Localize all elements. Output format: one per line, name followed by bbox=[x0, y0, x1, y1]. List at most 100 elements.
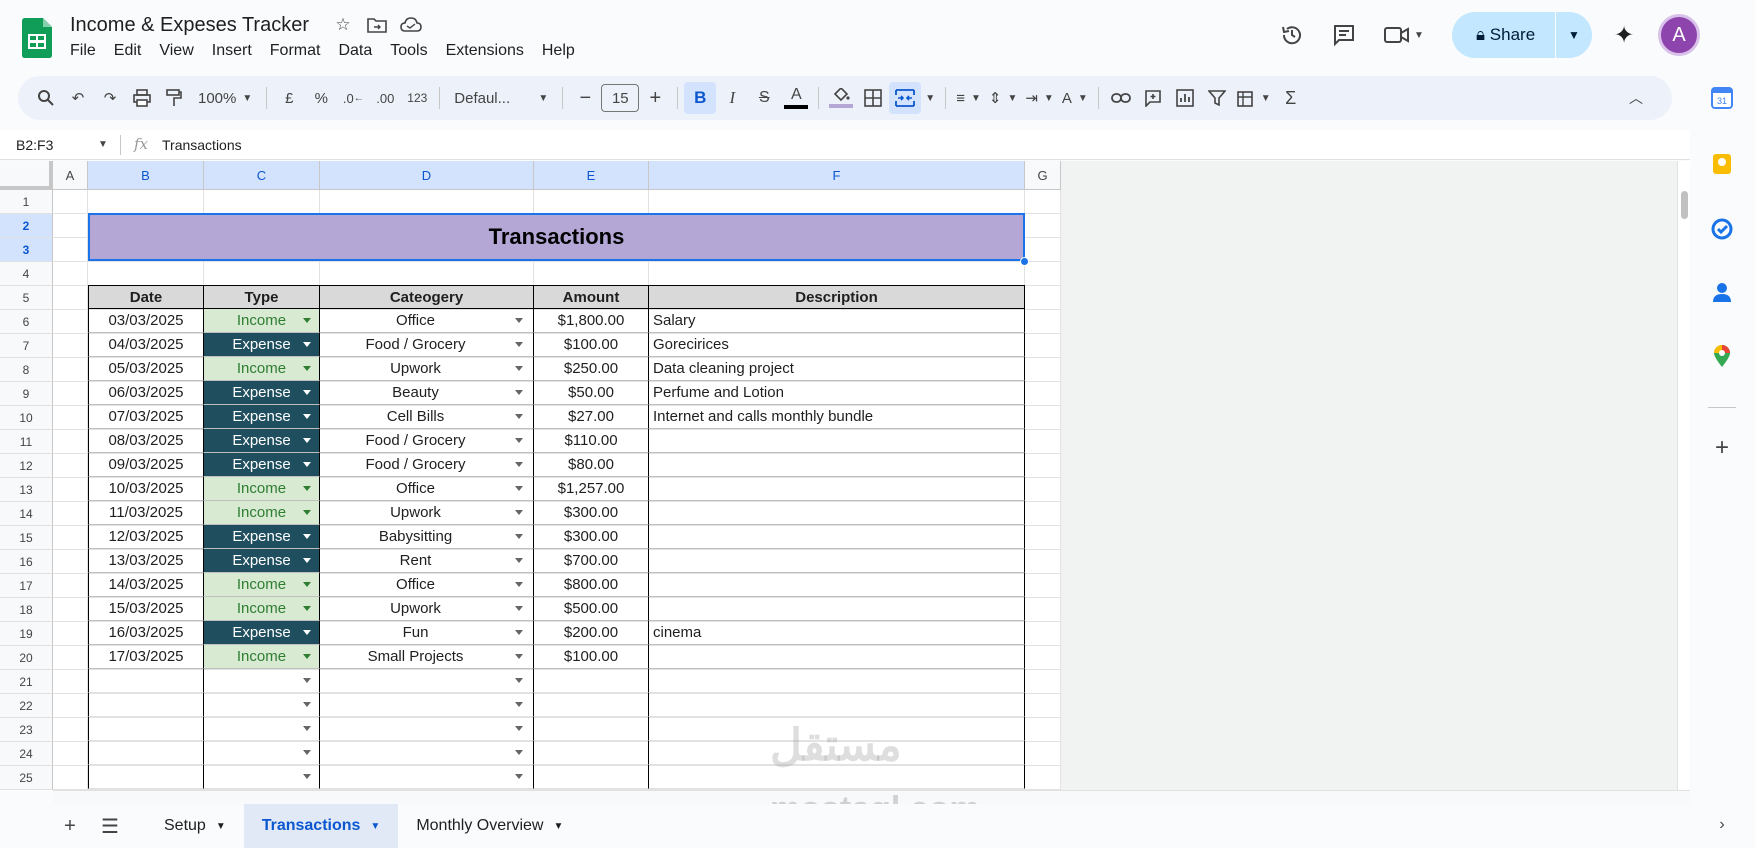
header-description[interactable]: Description bbox=[649, 285, 1025, 309]
header-type[interactable]: Type bbox=[204, 285, 320, 309]
borders-icon[interactable] bbox=[857, 82, 889, 114]
type-dropdown-cell[interactable] bbox=[204, 669, 320, 693]
amount-cell[interactable]: $27.00 bbox=[534, 405, 649, 429]
scrollbar-thumb[interactable] bbox=[1681, 191, 1688, 219]
amount-cell[interactable] bbox=[534, 717, 649, 741]
chevron-down-icon[interactable] bbox=[515, 654, 523, 659]
menu-tools[interactable]: Tools bbox=[390, 42, 427, 60]
tab-setup[interactable]: Setup ▼ bbox=[146, 804, 244, 848]
chevron-down-icon[interactable] bbox=[303, 774, 311, 779]
comments-icon[interactable] bbox=[1324, 15, 1364, 55]
insert-chart-icon[interactable] bbox=[1169, 82, 1201, 114]
chevron-down-icon[interactable] bbox=[515, 750, 523, 755]
cloud-saved-icon[interactable] bbox=[400, 14, 422, 36]
amount-cell[interactable] bbox=[534, 693, 649, 717]
amount-cell[interactable]: $1,257.00 bbox=[534, 477, 649, 501]
strikethrough-button[interactable]: S bbox=[748, 82, 780, 114]
date-cell[interactable]: 06/03/2025 bbox=[88, 381, 204, 405]
header-amount[interactable]: Amount bbox=[534, 285, 649, 309]
increase-font-size-button[interactable]: + bbox=[639, 82, 671, 114]
row-header-20[interactable]: 20 bbox=[0, 646, 53, 670]
chevron-down-icon[interactable] bbox=[303, 678, 311, 683]
amount-cell[interactable]: $100.00 bbox=[534, 645, 649, 669]
filter-views-icon[interactable]: ▼ bbox=[1233, 82, 1275, 114]
row-header-23[interactable]: 23 bbox=[0, 718, 53, 742]
chevron-down-icon[interactable] bbox=[515, 462, 523, 467]
row-header-18[interactable]: 18 bbox=[0, 598, 53, 622]
row-header-21[interactable]: 21 bbox=[0, 670, 53, 694]
chevron-down-icon[interactable] bbox=[303, 630, 311, 635]
chevron-down-icon[interactable] bbox=[515, 582, 523, 587]
date-cell[interactable]: 10/03/2025 bbox=[88, 477, 204, 501]
category-dropdown-cell[interactable] bbox=[320, 741, 534, 765]
horizontal-align-icon[interactable]: ≡ ▼ bbox=[952, 82, 985, 114]
row-header-10[interactable]: 10 bbox=[0, 406, 53, 430]
category-dropdown-cell[interactable]: Fun bbox=[320, 621, 534, 645]
row-header-11[interactable]: 11 bbox=[0, 430, 53, 454]
search-menus-icon[interactable] bbox=[30, 82, 62, 114]
percent-format-button[interactable]: % bbox=[305, 82, 337, 114]
insert-comment-icon[interactable] bbox=[1137, 82, 1169, 114]
category-dropdown-cell[interactable] bbox=[320, 717, 534, 741]
row-header-6[interactable]: 6 bbox=[0, 310, 53, 334]
more-formats-button[interactable]: 123 bbox=[401, 82, 433, 114]
chevron-down-icon[interactable] bbox=[303, 390, 311, 395]
date-cell[interactable]: 07/03/2025 bbox=[88, 405, 204, 429]
date-cell[interactable] bbox=[88, 669, 204, 693]
zoom-select[interactable]: 100% ▼ bbox=[190, 82, 260, 114]
type-dropdown-cell[interactable]: Expense bbox=[204, 621, 320, 645]
amount-cell[interactable] bbox=[534, 765, 649, 789]
menu-extensions[interactable]: Extensions bbox=[446, 42, 524, 60]
amount-cell[interactable]: $100.00 bbox=[534, 333, 649, 357]
category-dropdown-cell[interactable]: Upwork bbox=[320, 501, 534, 525]
date-cell[interactable]: 08/03/2025 bbox=[88, 429, 204, 453]
description-cell[interactable] bbox=[649, 693, 1025, 717]
date-cell[interactable]: 11/03/2025 bbox=[88, 501, 204, 525]
amount-cell[interactable]: $500.00 bbox=[534, 597, 649, 621]
amount-cell[interactable]: $300.00 bbox=[534, 525, 649, 549]
functions-icon[interactable]: Σ bbox=[1275, 82, 1307, 114]
chevron-down-icon[interactable] bbox=[515, 678, 523, 683]
category-dropdown-cell[interactable]: Food / Grocery bbox=[320, 453, 534, 477]
amount-cell[interactable]: $300.00 bbox=[534, 501, 649, 525]
date-cell[interactable] bbox=[88, 717, 204, 741]
amount-cell[interactable]: $50.00 bbox=[534, 381, 649, 405]
type-dropdown-cell[interactable] bbox=[204, 693, 320, 717]
category-dropdown-cell[interactable]: Office bbox=[320, 573, 534, 597]
amount-cell[interactable] bbox=[534, 669, 649, 693]
vertical-align-icon[interactable]: ⇕ ▼ bbox=[985, 82, 1021, 114]
description-cell[interactable] bbox=[649, 429, 1025, 453]
row-header-22[interactable]: 22 bbox=[0, 694, 53, 718]
chevron-down-icon[interactable] bbox=[515, 558, 523, 563]
filter-icon[interactable] bbox=[1201, 82, 1233, 114]
type-dropdown-cell[interactable]: Income bbox=[204, 477, 320, 501]
amount-cell[interactable]: $1,800.00 bbox=[534, 309, 649, 333]
meet-icon[interactable]: ▼ bbox=[1376, 15, 1432, 55]
select-all-corner[interactable] bbox=[0, 161, 53, 190]
category-dropdown-cell[interactable]: Rent bbox=[320, 549, 534, 573]
currency-format-button[interactable]: £ bbox=[273, 82, 305, 114]
selection-fill-handle[interactable] bbox=[1020, 257, 1029, 266]
type-dropdown-cell[interactable]: Income bbox=[204, 357, 320, 381]
text-wrapping-icon[interactable]: ⇥ ▼ bbox=[1021, 82, 1057, 114]
row-header-1[interactable]: 1 bbox=[0, 190, 53, 214]
category-dropdown-cell[interactable]: Upwork bbox=[320, 597, 534, 621]
move-folder-icon[interactable] bbox=[366, 14, 388, 36]
description-cell[interactable]: Gorecirices bbox=[649, 333, 1025, 357]
print-icon[interactable] bbox=[126, 82, 158, 114]
date-cell[interactable]: 04/03/2025 bbox=[88, 333, 204, 357]
description-cell[interactable] bbox=[649, 645, 1025, 669]
tab-transactions[interactable]: Transactions ▼ bbox=[243, 804, 399, 848]
undo-icon[interactable]: ↶ bbox=[62, 82, 94, 114]
text-color-button[interactable]: A bbox=[780, 82, 812, 114]
add-sheet-icon[interactable]: + bbox=[50, 815, 90, 838]
row-header-16[interactable]: 16 bbox=[0, 550, 53, 574]
type-dropdown-cell[interactable]: Expense bbox=[204, 549, 320, 573]
chevron-down-icon[interactable] bbox=[515, 342, 523, 347]
amount-cell[interactable]: $80.00 bbox=[534, 453, 649, 477]
spreadsheet-grid[interactable]: ABCDEFG 1 2 3 4 5 6 7 8 9 10 11 12 13 14 15 16 17 18 19 20 2… bbox=[0, 161, 1690, 791]
sheets-logo-icon[interactable] bbox=[22, 18, 52, 58]
type-dropdown-cell[interactable]: Expense bbox=[204, 381, 320, 405]
row-header-14[interactable]: 14 bbox=[0, 502, 53, 526]
row-header-4[interactable]: 4 bbox=[0, 262, 53, 286]
